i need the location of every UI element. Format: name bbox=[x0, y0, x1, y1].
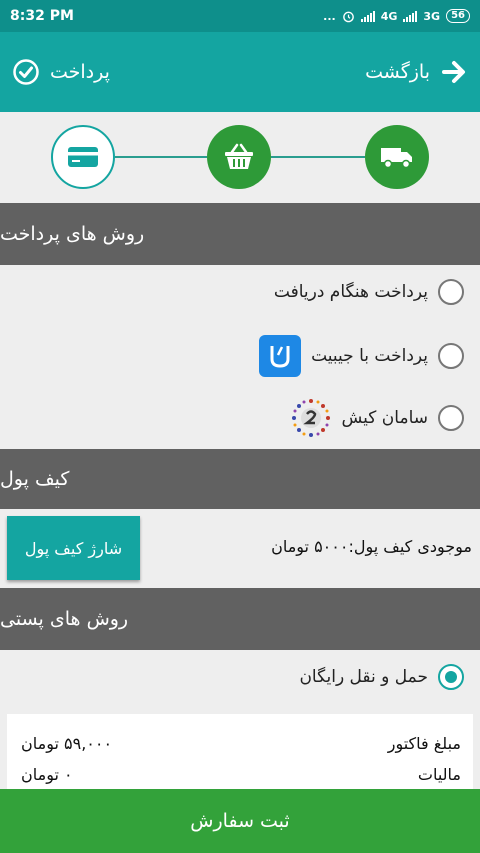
step-connector bbox=[271, 156, 365, 158]
payment-option-jibit[interactable]: پرداخت با جیبیت bbox=[259, 335, 464, 377]
signal-icon bbox=[360, 10, 375, 22]
status-time: 8:32 PM bbox=[10, 8, 74, 24]
back-label: بازگشت bbox=[365, 61, 430, 83]
step-cart bbox=[207, 125, 271, 189]
step-shipping bbox=[365, 125, 429, 189]
battery-icon: 56 bbox=[446, 9, 470, 23]
basket-icon bbox=[225, 143, 253, 169]
payment-option-cod[interactable]: پرداخت هنگام دریافت bbox=[274, 279, 464, 305]
network-3g: 3G bbox=[423, 9, 441, 23]
shipping-methods-header: روش های پستی bbox=[0, 588, 480, 650]
tax-amount: ۰ تومان bbox=[21, 765, 73, 784]
shipping-option-label: حمل و نقل رایگان bbox=[299, 667, 428, 687]
tax-label: مالیات bbox=[417, 765, 461, 784]
wallet-balance: موجودی کیف پول:۵۰۰۰ تومان bbox=[271, 537, 472, 556]
signal-icon-2 bbox=[403, 10, 418, 22]
radio-button[interactable] bbox=[438, 279, 464, 305]
radio-button-checked[interactable] bbox=[438, 664, 464, 690]
truck-icon bbox=[381, 148, 412, 169]
step-connector bbox=[115, 156, 207, 158]
submit-order-button[interactable]: ثبت سفارش bbox=[0, 789, 480, 853]
credit-card-icon bbox=[68, 147, 98, 167]
payment-methods-list: پرداخت هنگام دریافت پرداخت با جیبیت ساما… bbox=[0, 265, 480, 449]
invoice-row: ۰ تومان مالیات bbox=[21, 765, 461, 784]
arrow-right-icon bbox=[442, 61, 465, 83]
payment-option-saman[interactable]: سامان کیش bbox=[290, 397, 464, 439]
alarm-icon bbox=[342, 11, 354, 22]
shipping-option-free[interactable]: حمل و نقل رایگان bbox=[299, 664, 464, 690]
jibit-logo-icon bbox=[259, 335, 302, 377]
payment-option-label: سامان کیش bbox=[341, 408, 429, 428]
invoice-summary: ۵۹,۰۰۰ تومان مبلغ فاکتور ۰ تومان مالیات bbox=[7, 714, 473, 794]
radio-button[interactable] bbox=[438, 405, 464, 431]
network-4g: 4G bbox=[380, 9, 398, 23]
status-bar: 8:32 PM ... 4G 3G 56 bbox=[0, 0, 480, 32]
back-button[interactable]: بازگشت bbox=[365, 58, 468, 86]
checkout-steps bbox=[0, 112, 480, 203]
title-area: پرداخت bbox=[12, 58, 110, 86]
invoice-amount: ۵۹,۰۰۰ تومان bbox=[21, 734, 113, 753]
invoice-label: مبلغ فاکتور bbox=[387, 734, 461, 753]
app-bar: پرداخت بازگشت bbox=[0, 32, 480, 112]
shipping-methods-list: حمل و نقل رایگان bbox=[0, 650, 480, 714]
payment-option-label: پرداخت با جیبیت bbox=[311, 346, 428, 366]
wallet-row: شارژ کیف پول موجودی کیف پول:۵۰۰۰ تومان bbox=[0, 509, 480, 586]
step-payment bbox=[51, 125, 115, 189]
charge-wallet-button[interactable]: شارژ کیف پول bbox=[7, 516, 140, 580]
payment-option-label: پرداخت هنگام دریافت bbox=[273, 282, 428, 302]
check-circle-icon bbox=[13, 59, 39, 85]
status-indicators: ... 4G 3G 56 bbox=[323, 9, 470, 23]
invoice-row: ۵۹,۰۰۰ تومان مبلغ فاکتور bbox=[21, 734, 461, 753]
saman-kish-logo-icon bbox=[290, 397, 332, 439]
radio-button[interactable] bbox=[438, 343, 464, 369]
wallet-header: کیف پول bbox=[0, 449, 480, 509]
notification-dots: ... bbox=[323, 9, 336, 23]
page-title: پرداخت bbox=[50, 61, 110, 83]
payment-methods-header: روش های پرداخت bbox=[0, 203, 480, 265]
